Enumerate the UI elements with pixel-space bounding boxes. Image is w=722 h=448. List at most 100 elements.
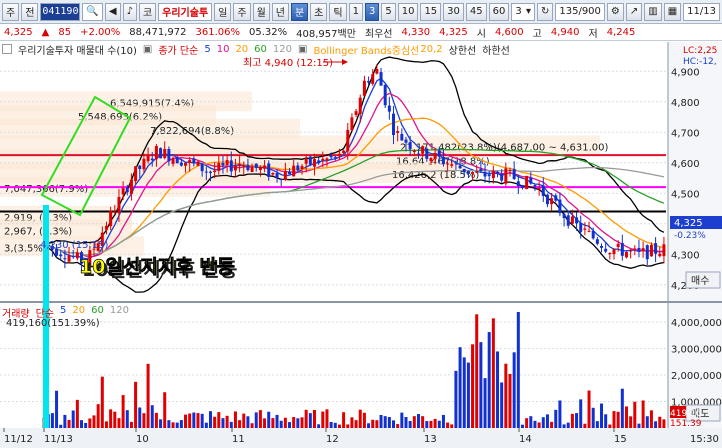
volume-bar bbox=[429, 420, 433, 428]
change-value: 85 bbox=[58, 26, 72, 38]
period-tab-day[interactable]: 일 bbox=[214, 2, 232, 21]
candle-body bbox=[475, 171, 479, 173]
volume-bar bbox=[279, 420, 283, 428]
volume-bar bbox=[458, 347, 462, 428]
volume-bar bbox=[541, 417, 545, 428]
stock-item-type-select[interactable]: 주 bbox=[2, 2, 20, 21]
legend-ma-label[interactable]: 종가 단순 bbox=[158, 42, 198, 57]
legend-ma60[interactable]: 60 bbox=[254, 44, 267, 55]
search-icon[interactable]: 🔍 bbox=[82, 2, 103, 21]
period-tab-tick[interactable]: 틱 bbox=[329, 2, 347, 21]
candle-body bbox=[134, 166, 138, 182]
volume-bar bbox=[416, 414, 420, 428]
x-axis-label: 13 bbox=[424, 434, 437, 445]
x-axis-label: 15 bbox=[614, 434, 627, 445]
candle-body bbox=[529, 177, 533, 184]
volume-bar bbox=[154, 412, 158, 428]
candle-body bbox=[333, 156, 337, 158]
candle-body bbox=[175, 156, 179, 164]
period-tab-month[interactable]: 월 bbox=[252, 2, 270, 21]
candle-body bbox=[304, 158, 308, 164]
legend-bb-label[interactable]: Bollinger Bands중심선 bbox=[313, 42, 419, 57]
candle-body bbox=[250, 166, 254, 172]
calendar-icon[interactable]: ▦ bbox=[663, 2, 682, 21]
period-tab-minute[interactable]: 분 bbox=[290, 2, 309, 21]
volume-bar bbox=[300, 417, 304, 428]
date-field[interactable]: 11/13 bbox=[683, 2, 720, 21]
legend-ma20[interactable]: 20 bbox=[235, 44, 248, 55]
minute-option-1[interactable]: 1 bbox=[348, 2, 363, 21]
volume-readout-pct: (151.39%) bbox=[47, 318, 100, 329]
minute-option-5[interactable]: 5 bbox=[381, 2, 396, 21]
prev-page-icon[interactable]: ◀ bbox=[104, 2, 121, 21]
settings-small-icon-2[interactable]: ▣ bbox=[298, 44, 307, 55]
minute-option-30[interactable]: 30 bbox=[443, 2, 464, 21]
legend-ma120[interactable]: 120 bbox=[273, 44, 292, 55]
volume-bar bbox=[396, 424, 400, 428]
volume-bar bbox=[200, 413, 204, 428]
candle-body bbox=[217, 162, 221, 171]
prev-stock-button[interactable]: 전 bbox=[21, 2, 39, 21]
sound-icon[interactable]: ♪ bbox=[122, 2, 137, 21]
volume-bar bbox=[367, 423, 371, 428]
stock-code-input[interactable]: 041190 bbox=[40, 2, 81, 21]
volume-bar bbox=[337, 424, 341, 428]
settings-icon[interactable]: ⚙ bbox=[606, 2, 624, 21]
volume-bar bbox=[304, 409, 308, 428]
candle-body bbox=[595, 239, 599, 244]
volume-bar bbox=[600, 403, 604, 428]
stock-name-field[interactable]: 우리기술투 bbox=[158, 2, 213, 21]
legend-title[interactable]: 우리기술투자 매물대 수(10) bbox=[18, 42, 137, 57]
volume-bar bbox=[104, 421, 108, 428]
chart-tool-icon[interactable]: ↗ bbox=[625, 2, 643, 21]
period-tab-year[interactable]: 년 bbox=[271, 2, 289, 21]
refresh-icon[interactable]: ↻ bbox=[536, 2, 554, 21]
volume-bar bbox=[225, 415, 229, 428]
minute-option-3[interactable]: 3 bbox=[364, 2, 380, 21]
volume-bar bbox=[554, 409, 558, 428]
legend-ma10[interactable]: 10 bbox=[217, 44, 230, 55]
period-tab-second[interactable]: 초 bbox=[310, 2, 328, 21]
price-tick-label: 4,300 bbox=[671, 250, 700, 261]
volume-bar bbox=[267, 411, 271, 428]
legend-ma5[interactable]: 5 bbox=[204, 44, 210, 55]
stock-chart[interactable]: 6,549,915(7.4%)5,548,693(6.2%)7,822,694(… bbox=[0, 41, 722, 448]
candle-body bbox=[208, 171, 212, 173]
volume-bar bbox=[516, 312, 520, 428]
best-ask-label: 최우선 bbox=[364, 28, 393, 40]
volume-bar bbox=[570, 413, 574, 428]
volume-bar bbox=[629, 416, 633, 428]
interval-select[interactable]: 3 ▾ bbox=[511, 2, 535, 21]
chart-type-icon[interactable]: ▥ bbox=[644, 2, 662, 21]
volume-bar bbox=[408, 420, 412, 428]
legend-upper-label[interactable]: 상한선 bbox=[449, 42, 477, 57]
candle-body bbox=[400, 134, 404, 141]
volume-bar bbox=[117, 418, 121, 428]
collapse-icon[interactable] bbox=[2, 44, 12, 54]
volume-bar bbox=[321, 411, 325, 428]
legend-lower-label[interactable]: 하한선 bbox=[482, 42, 510, 57]
minute-option-60[interactable]: 60 bbox=[488, 2, 510, 21]
candle-body bbox=[196, 161, 200, 166]
minute-option-15[interactable]: 15 bbox=[420, 2, 442, 21]
price-tick-label: 4,700 bbox=[671, 128, 700, 139]
high-marker-label: 최고 4,940 (12:15) bbox=[243, 57, 333, 69]
period-tab-week[interactable]: 주 bbox=[233, 2, 251, 21]
volume-profile-label: 2,967, (3.3%) bbox=[4, 226, 72, 237]
candle-body bbox=[454, 162, 458, 164]
volume-bar bbox=[275, 414, 279, 428]
volume-bar bbox=[288, 422, 292, 428]
minute-option-10[interactable]: 10 bbox=[397, 2, 419, 21]
candle-body bbox=[200, 163, 204, 172]
data-count-field[interactable]: 135/900 bbox=[555, 2, 605, 21]
candle-body bbox=[412, 150, 416, 153]
settings-small-icon[interactable]: ▣ bbox=[143, 44, 152, 55]
candle-body bbox=[233, 165, 237, 171]
volume-bar bbox=[312, 409, 316, 428]
volume-bar bbox=[466, 362, 470, 428]
x-axis-label: 12 bbox=[326, 434, 339, 445]
legend-bb-params[interactable]: 20,2 bbox=[420, 44, 442, 55]
volume-ma120[interactable]: 120 bbox=[110, 305, 129, 320]
volume-bar bbox=[92, 415, 96, 428]
minute-option-45[interactable]: 45 bbox=[465, 2, 487, 21]
